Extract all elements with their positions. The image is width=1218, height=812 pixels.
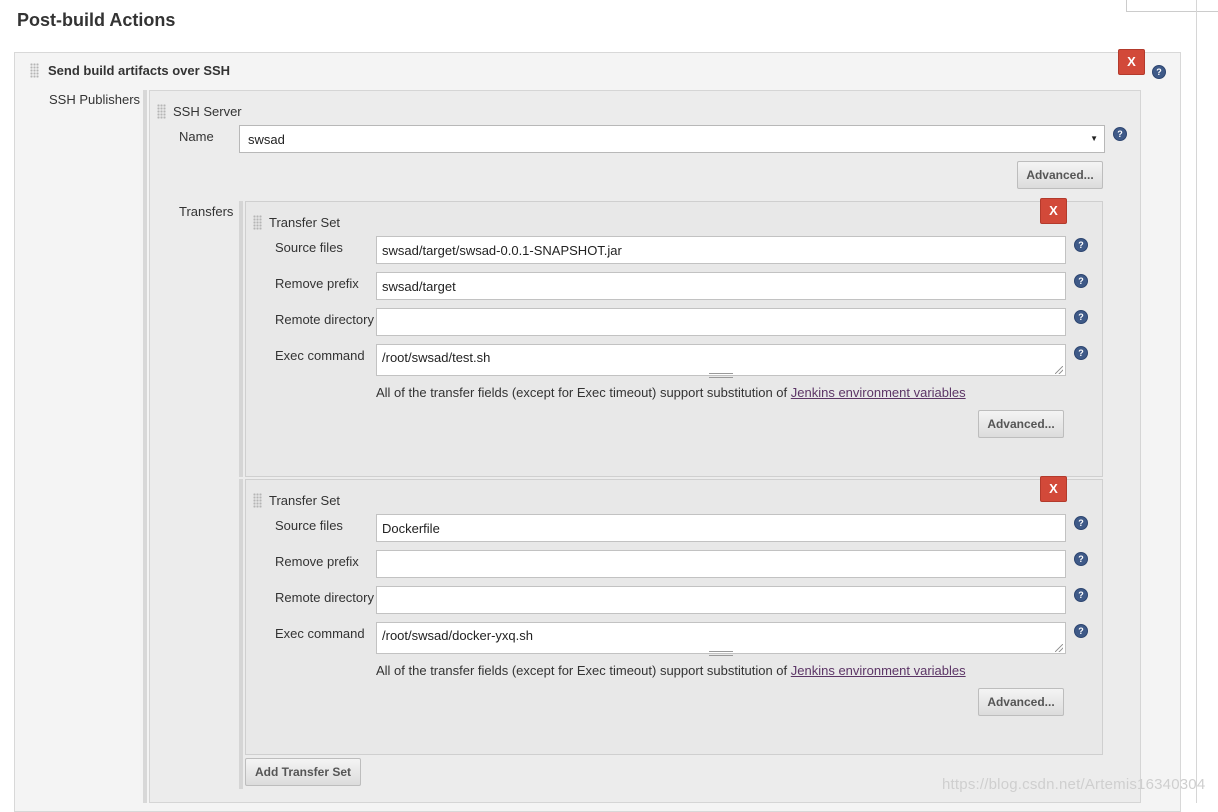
watermark: https://blog.csdn.net/Artemis16340304 xyxy=(942,776,1206,793)
transfer-set-advanced-button[interactable]: Advanced... xyxy=(978,410,1064,438)
remove-prefix-label: Remove prefix xyxy=(275,276,359,291)
source-files-input[interactable] xyxy=(376,514,1066,542)
right-divider xyxy=(1196,0,1197,803)
drag-handle-icon[interactable] xyxy=(253,215,262,230)
env-vars-note-text: All of the transfer fields (except for E… xyxy=(376,385,791,400)
help-icon[interactable]: ? xyxy=(1113,127,1127,141)
dropdown-arrow-icon: ▼ xyxy=(1090,134,1098,143)
resize-grip-icon[interactable] xyxy=(709,651,733,656)
delete-plugin-button[interactable]: X xyxy=(1118,49,1145,75)
help-icon[interactable]: ? xyxy=(1074,346,1088,360)
transfers-label: Transfers xyxy=(179,204,234,219)
server-advanced-button[interactable]: Advanced... xyxy=(1017,161,1103,189)
help-icon[interactable]: ? xyxy=(1152,65,1166,79)
plugin-title: Send build artifacts over SSH xyxy=(48,63,231,78)
delete-transfer-set-button[interactable]: X xyxy=(1040,476,1067,502)
selected-server-value: swsad xyxy=(248,132,285,147)
top-right-corner-box xyxy=(1126,0,1218,12)
resize-grip-icon[interactable] xyxy=(709,373,733,378)
transfer-set-advanced-button[interactable]: Advanced... xyxy=(978,688,1064,716)
exec-command-textarea[interactable]: /root/swsad/test.sh xyxy=(376,344,1066,376)
help-icon[interactable]: ? xyxy=(1074,552,1088,566)
help-icon[interactable]: ? xyxy=(1074,516,1088,530)
ssh-publishers-label: SSH Publishers xyxy=(49,92,141,107)
resize-corner-icon[interactable] xyxy=(1055,366,1063,374)
transfer-set-heading: Transfer Set xyxy=(269,215,341,230)
help-icon[interactable]: ? xyxy=(1074,310,1088,324)
ssh-server-heading: SSH Server xyxy=(173,104,242,119)
remove-prefix-input[interactable] xyxy=(376,550,1066,578)
help-icon[interactable]: ? xyxy=(1074,274,1088,288)
remote-directory-label: Remote directory xyxy=(275,590,374,605)
jenkins-env-vars-link[interactable]: Jenkins environment variables xyxy=(791,385,966,400)
source-files-label: Source files xyxy=(275,240,343,255)
section-title: Post-build Actions xyxy=(17,10,176,30)
remove-prefix-input[interactable] xyxy=(376,272,1066,300)
jenkins-env-vars-link[interactable]: Jenkins environment variables xyxy=(791,663,966,678)
exec-command-textarea[interactable]: /root/swsad/docker-yxq.sh xyxy=(376,622,1066,654)
transfer-set-heading: Transfer Set xyxy=(269,493,341,508)
remote-directory-label: Remote directory xyxy=(275,312,374,327)
env-vars-note: All of the transfer fields (except for E… xyxy=(376,663,966,678)
help-icon[interactable]: ? xyxy=(1074,624,1088,638)
transfer-set-strip xyxy=(239,201,243,477)
drag-handle-icon[interactable] xyxy=(157,104,166,119)
drag-handle-icon[interactable] xyxy=(253,493,262,508)
help-icon[interactable]: ? xyxy=(1074,588,1088,602)
resize-corner-icon[interactable] xyxy=(1055,644,1063,652)
delete-transfer-set-button[interactable]: X xyxy=(1040,198,1067,224)
source-files-input[interactable] xyxy=(376,236,1066,264)
env-vars-note-text: All of the transfer fields (except for E… xyxy=(376,663,791,678)
exec-command-label: Exec command xyxy=(275,348,365,363)
env-vars-note: All of the transfer fields (except for E… xyxy=(376,385,966,400)
add-transfer-set-button[interactable]: Add Transfer Set xyxy=(245,758,361,786)
remote-directory-input[interactable] xyxy=(376,586,1066,614)
publisher-strip xyxy=(143,90,147,803)
remove-prefix-label: Remove prefix xyxy=(275,554,359,569)
remote-directory-input[interactable] xyxy=(376,308,1066,336)
name-label: Name xyxy=(179,129,214,144)
transfer-set-strip xyxy=(239,479,243,789)
ssh-server-name-select[interactable]: swsad ▼ xyxy=(239,125,1105,153)
help-icon[interactable]: ? xyxy=(1074,238,1088,252)
source-files-label: Source files xyxy=(275,518,343,533)
drag-handle-icon[interactable] xyxy=(30,63,39,78)
exec-command-label: Exec command xyxy=(275,626,365,641)
